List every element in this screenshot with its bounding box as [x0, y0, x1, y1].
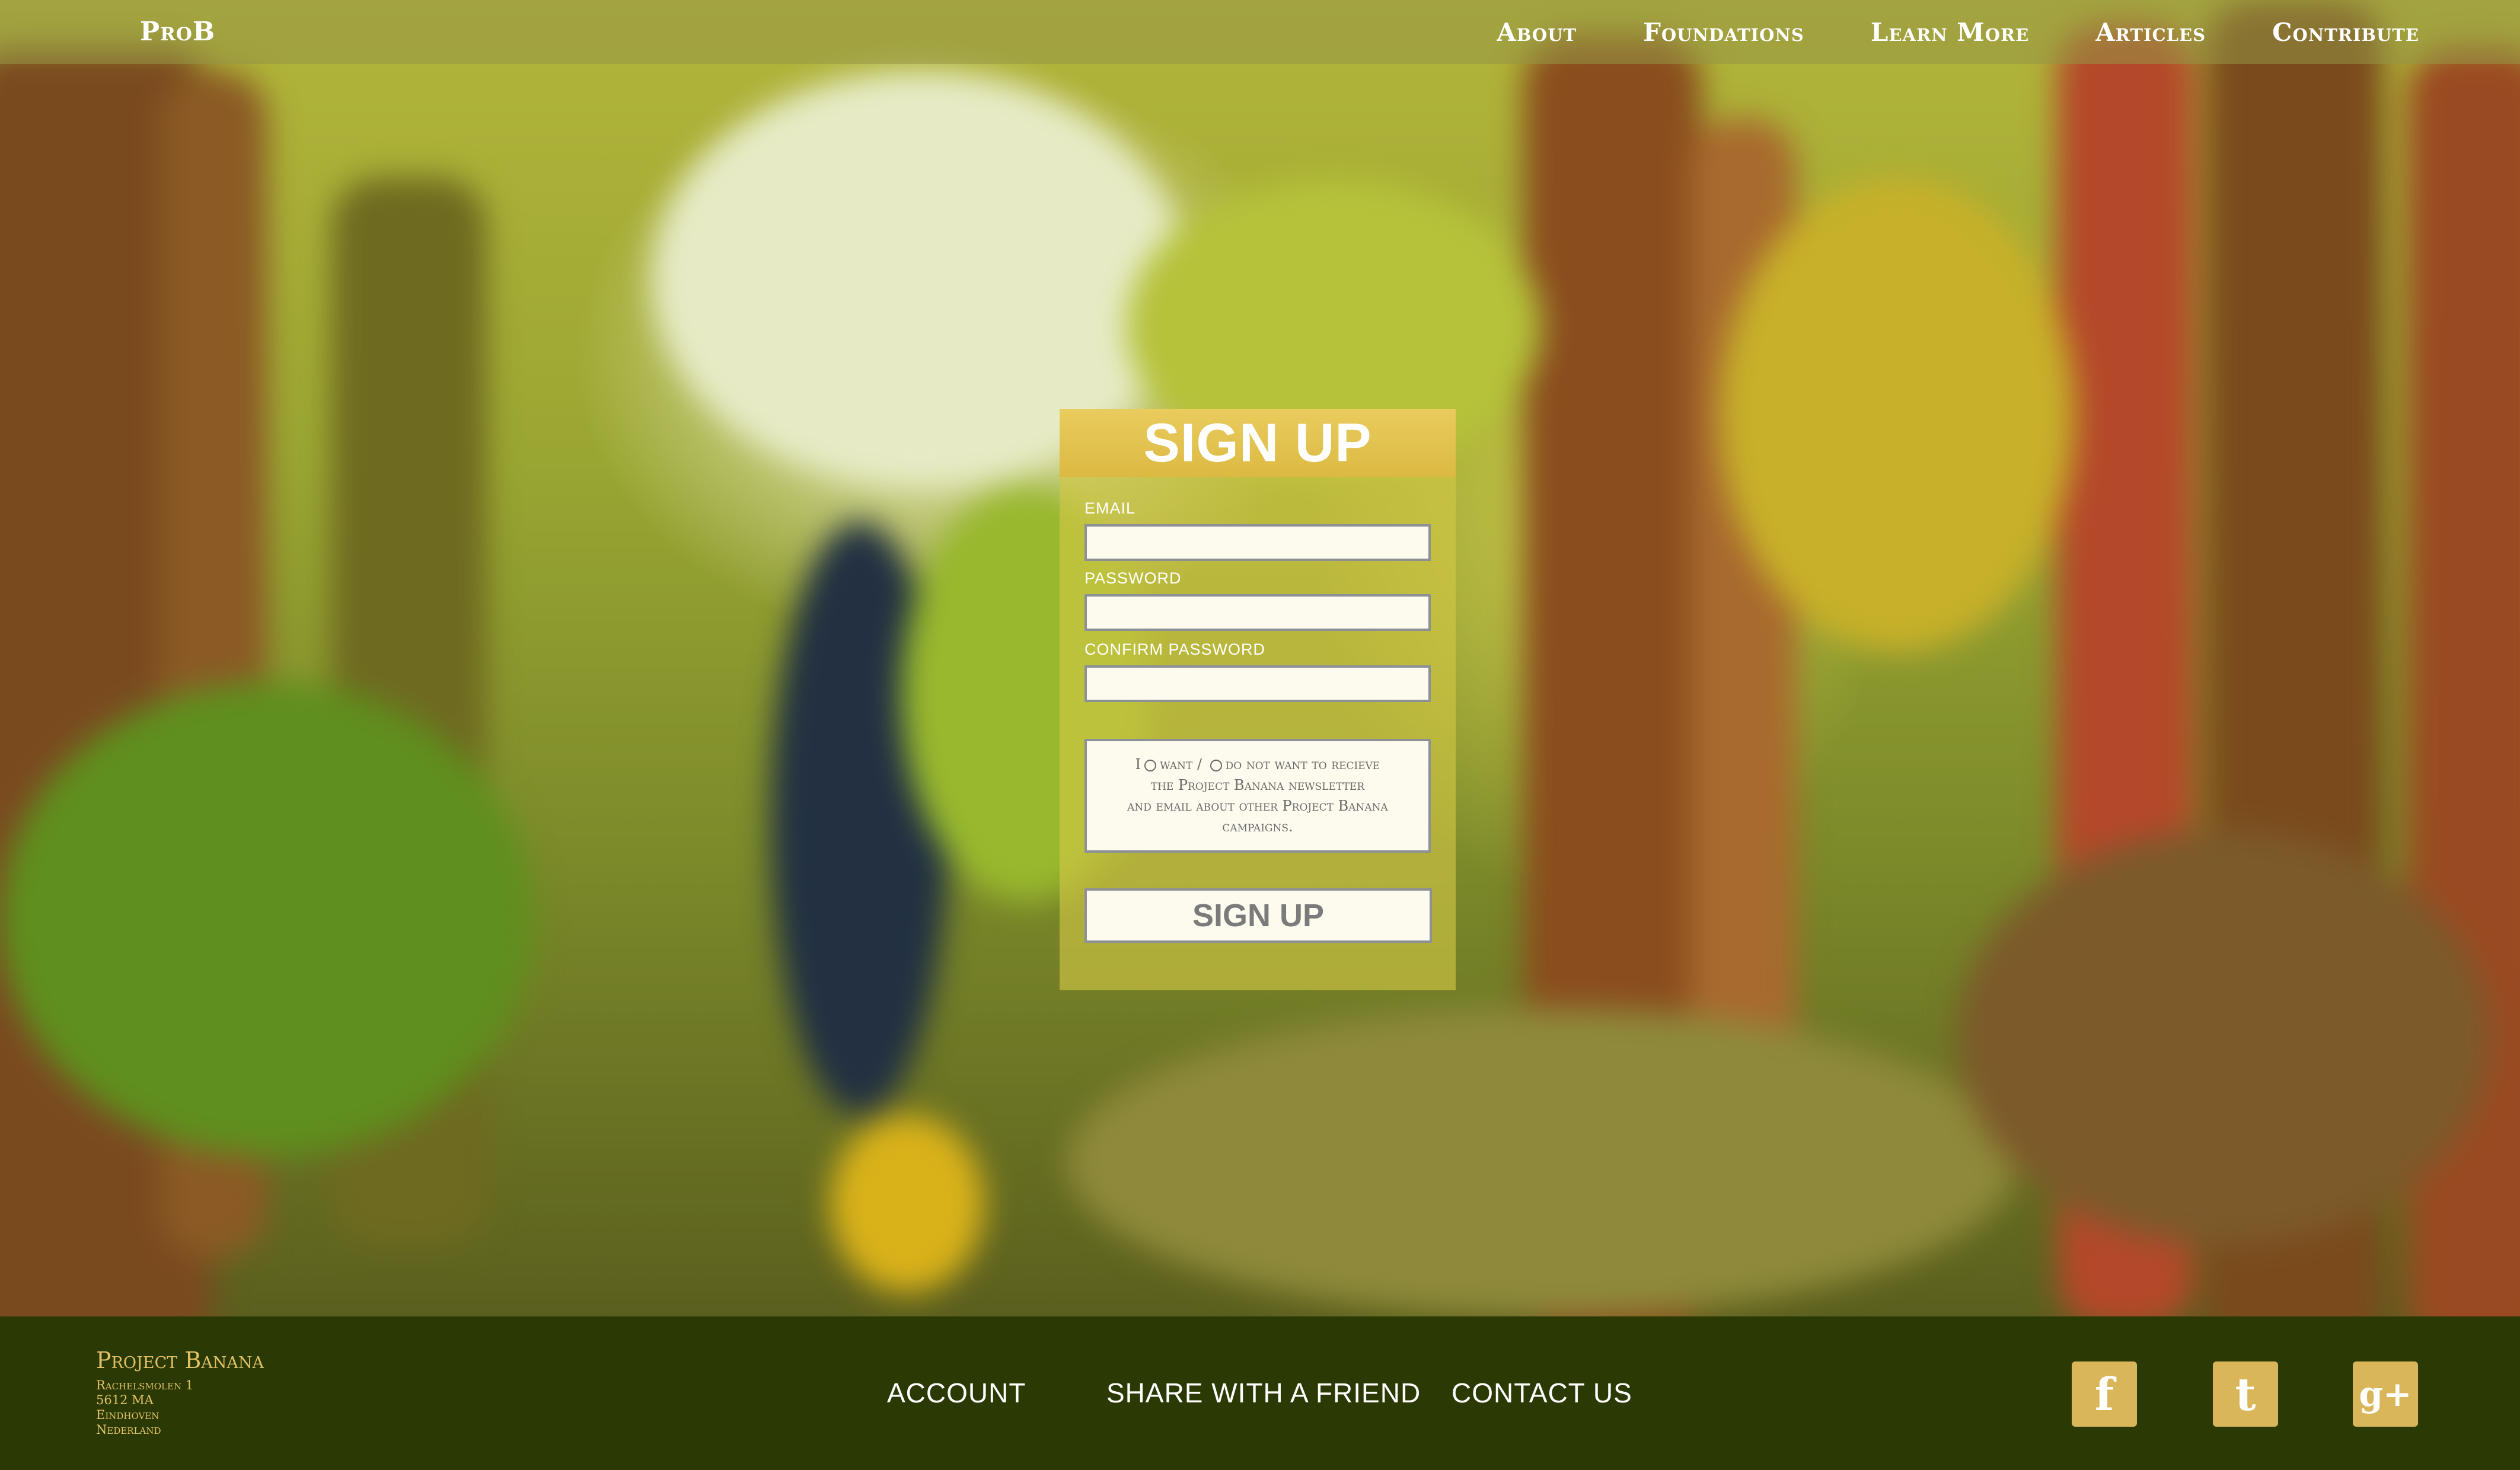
- newsletter-do-not-want-label: do not want: [1225, 756, 1307, 773]
- nav-item-foundations[interactable]: Foundations: [1643, 18, 1804, 47]
- newsletter-want-label: want /: [1160, 756, 1202, 773]
- newsletter-to-receive: to recieve: [1312, 756, 1380, 773]
- address-line: Nederland: [96, 1423, 161, 1437]
- newsletter-line-3: and email about other Project Banana: [1127, 798, 1388, 814]
- newsletter-line-2: the Project Banana newsletter: [1150, 777, 1365, 793]
- signup-title: SIGN UP: [1143, 412, 1372, 473]
- email-label: EMAIL: [1084, 499, 1136, 517]
- footer-org-name: Project Banana: [96, 1347, 264, 1373]
- address-line: Rachelsmolen 1: [96, 1378, 194, 1392]
- signup-header: SIGN UP: [1060, 409, 1456, 477]
- nav-item-about[interactable]: About: [1497, 18, 1577, 47]
- newsletter-consent-box: Iwant / do not want to recieve the Proje…: [1084, 739, 1431, 853]
- password-label: PASSWORD: [1084, 569, 1182, 587]
- nav-item-learn-more[interactable]: Learn More: [1871, 18, 2029, 47]
- footer-link-share-with-a-friend[interactable]: SHARE WITH A FRIEND: [1106, 1377, 1421, 1409]
- main-nav: About Foundations Learn More Articles Co…: [1497, 18, 2419, 47]
- nav-item-contribute[interactable]: Contribute: [2272, 18, 2419, 47]
- password-field[interactable]: [1084, 594, 1431, 631]
- newsletter-line-1: Iwant / do not want to recieve: [1087, 754, 1428, 775]
- facebook-icon[interactable]: f: [2072, 1361, 2137, 1427]
- footer-link-account[interactable]: ACCOUNT: [887, 1377, 1026, 1409]
- email-field[interactable]: [1084, 524, 1431, 561]
- signup-submit-button[interactable]: SIGN UP: [1084, 888, 1432, 943]
- newsletter-want-radio[interactable]: [1144, 759, 1157, 771]
- footer-address: Rachelsmolen 1 5612 MA Eindhoven Nederla…: [96, 1378, 193, 1437]
- address-line: Eindhoven: [96, 1408, 160, 1422]
- footer-link-contact-us[interactable]: CONTACT US: [1452, 1377, 1632, 1409]
- address-line: 5612 MA: [96, 1393, 154, 1407]
- newsletter-line-4: campaigns.: [1222, 818, 1293, 835]
- confirm-password-label: CONFIRM PASSWORD: [1084, 640, 1265, 658]
- newsletter-prefix: I: [1135, 756, 1141, 773]
- nav-item-articles[interactable]: Articles: [2095, 18, 2206, 47]
- top-navigation-bar: ProB About Foundations Learn More Articl…: [0, 0, 2520, 64]
- brand-logo-link[interactable]: ProB: [140, 17, 215, 47]
- confirm-password-field[interactable]: [1084, 665, 1431, 702]
- newsletter-do-not-want-radio[interactable]: [1210, 759, 1222, 771]
- twitter-icon[interactable]: t: [2213, 1361, 2278, 1427]
- google-plus-icon[interactable]: g+: [2353, 1361, 2418, 1427]
- signup-form-panel: SIGN UP EMAIL PASSWORD CONFIRM PASSWORD …: [1060, 409, 1456, 990]
- site-footer: Project Banana Rachelsmolen 1 5612 MA Ei…: [0, 1316, 2520, 1470]
